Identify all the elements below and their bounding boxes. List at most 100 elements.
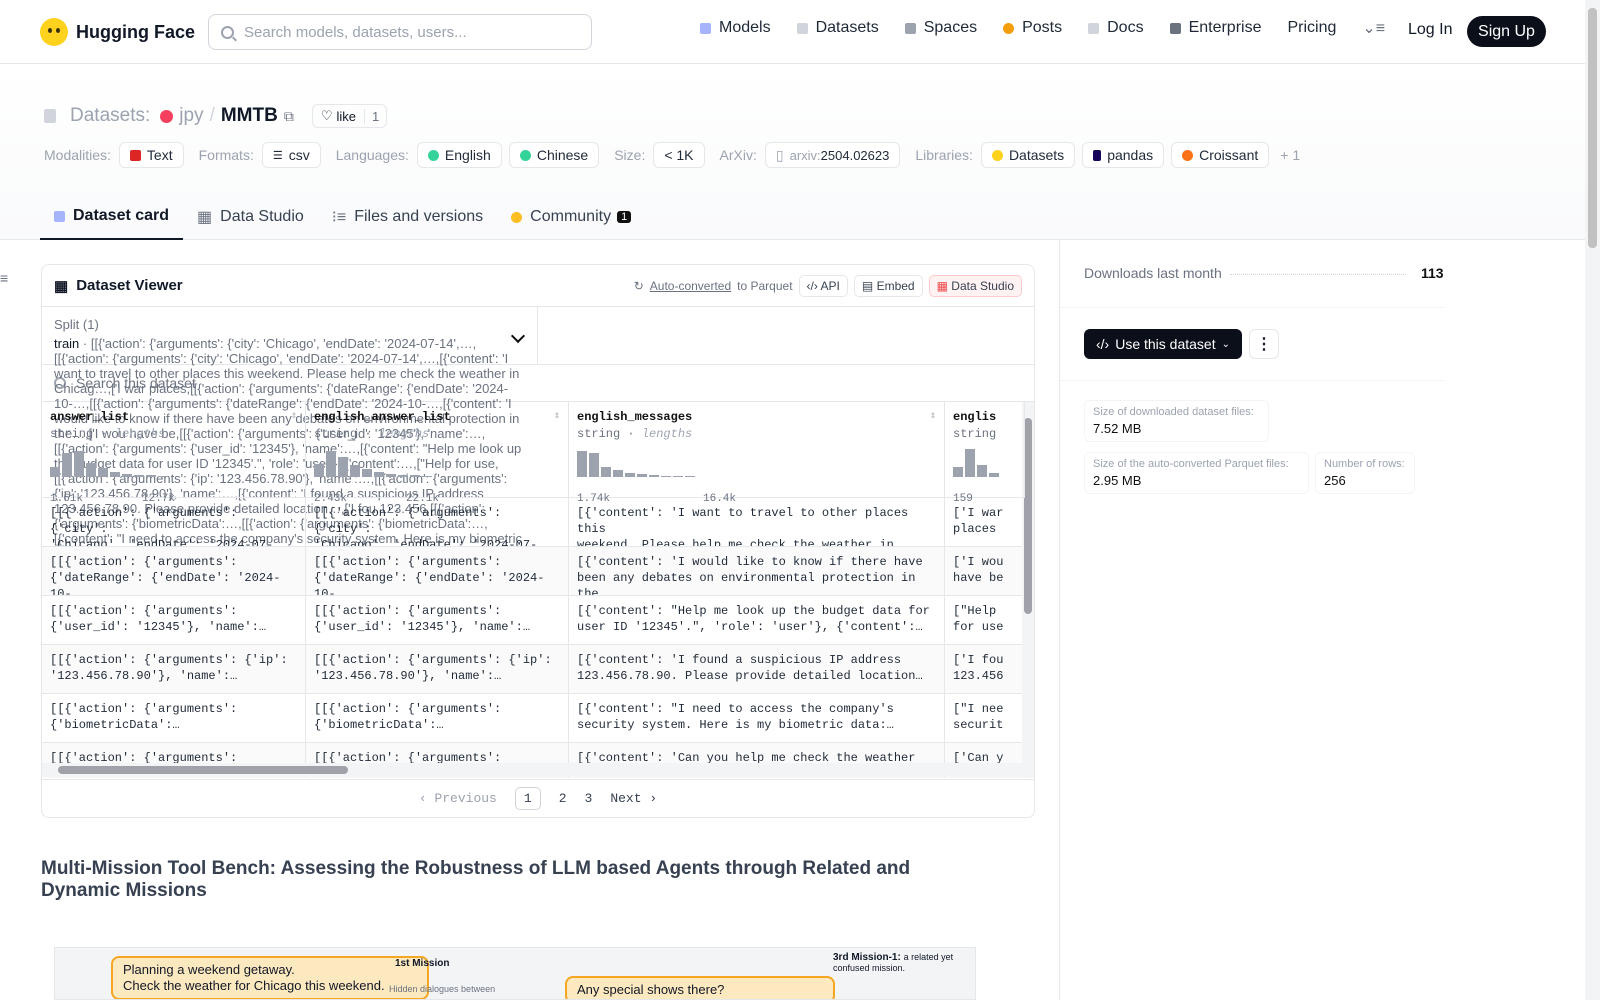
- table-cell[interactable]: [[{'action': {'arguments': {'city': 'Chi…: [306, 498, 569, 547]
- menu-spaces[interactable]: Spaces: [904, 19, 977, 37]
- tag-pandas[interactable]: pandas: [1082, 142, 1165, 168]
- histogram-bar: [110, 472, 120, 477]
- stat-label: Number of rows:: [1324, 458, 1405, 470]
- more-libraries[interactable]: + 1: [1280, 147, 1300, 163]
- page-3-button[interactable]: 3: [585, 791, 593, 806]
- tag-text[interactable]: Text: [118, 142, 184, 168]
- embed-button[interactable]: ▤ Embed: [853, 274, 923, 297]
- table-cell[interactable]: [{'content': 'I found a suspicious IP ad…: [569, 645, 945, 694]
- like-button[interactable]: ♡ like 1: [311, 104, 388, 128]
- column-header[interactable]: englis string 159: [945, 402, 1025, 505]
- enterprise-icon: [1169, 22, 1181, 34]
- histogram-bar: [953, 467, 963, 477]
- table-cell[interactable]: ["Help for use: [945, 596, 1025, 645]
- community-icon: [511, 211, 523, 223]
- use-dataset-button[interactable]: ‹/› Use this dataset ⌄: [1084, 329, 1242, 359]
- table-cell[interactable]: ['I fou 123.456: [945, 645, 1025, 694]
- chevron-down-icon: ⌄: [1221, 338, 1230, 350]
- toc-toggle-icon[interactable]: ≡: [0, 270, 8, 286]
- more-options-button[interactable]: ⋮: [1249, 329, 1279, 359]
- menu-posts[interactable]: Posts: [1003, 19, 1062, 37]
- tab-community[interactable]: Community 1: [497, 194, 645, 240]
- sort-icon[interactable]: ⇕: [291, 410, 297, 422]
- tag-label: English: [444, 147, 491, 163]
- page-2-button[interactable]: 2: [559, 791, 567, 806]
- figure-mission-3: 3rd Mission-1: a related yet confused mi…: [833, 952, 975, 974]
- page-1-button[interactable]: 1: [514, 787, 541, 810]
- tab-label: Dataset card: [73, 207, 170, 224]
- next-button[interactable]: Next ›: [610, 791, 657, 806]
- tag-csv[interactable]: ☰ csv: [261, 142, 321, 168]
- figure-mission-1: 1st Mission: [395, 958, 450, 969]
- refresh-icon: ↻: [633, 278, 644, 293]
- signup-button[interactable]: Sign Up: [1467, 16, 1546, 47]
- logo[interactable]: Hugging Face: [40, 18, 195, 46]
- histogram-bar: [86, 463, 96, 477]
- api-button[interactable]: ‹/› API: [798, 274, 848, 297]
- copy-icon[interactable]: ⧉: [284, 108, 294, 125]
- login-link[interactable]: Log In: [1408, 21, 1452, 39]
- menu-pricing[interactable]: Pricing: [1287, 19, 1336, 37]
- histogram-bar: [338, 457, 348, 477]
- repo-owner[interactable]: jpy: [179, 105, 203, 127]
- search-input[interactable]: Search models, datasets, users...: [208, 14, 592, 50]
- table-cell[interactable]: [[{'action': {'arguments': {'city': 'Chi…: [42, 498, 306, 547]
- auto-converted-link[interactable]: Auto-converted: [650, 279, 731, 293]
- table-cell[interactable]: [[{'action': {'arguments': {'dateRange':…: [306, 547, 569, 596]
- table-cell[interactable]: [{'content': 'I would like to know if th…: [569, 547, 945, 596]
- table-cell[interactable]: [[{'action': {'arguments': {'user_id': '…: [42, 596, 306, 645]
- table-cell[interactable]: ['I wou have be: [945, 547, 1025, 596]
- dataset-icon: [44, 109, 56, 123]
- tag-datasets-lib[interactable]: Datasets: [980, 142, 1076, 168]
- data-studio-button[interactable]: ▦ Data Studio: [928, 274, 1022, 297]
- menu-enterprise[interactable]: Enterprise: [1169, 19, 1261, 37]
- table-cell[interactable]: [[{'action': {'arguments': {'user_id': '…: [306, 596, 569, 645]
- menu-datasets[interactable]: Datasets: [796, 19, 879, 37]
- histogram-bar: [158, 476, 168, 477]
- repo-type[interactable]: Datasets:: [70, 105, 150, 127]
- sort-icon[interactable]: ⇕: [554, 410, 560, 422]
- table-cell[interactable]: [[{'action': {'arguments': {'ip': '123.4…: [42, 645, 306, 694]
- histogram-bar: [74, 451, 84, 477]
- tag-english[interactable]: English: [416, 142, 502, 168]
- menu-label: Posts: [1022, 19, 1063, 36]
- column-type: string · lengths: [577, 427, 693, 441]
- croissant-icon: [1182, 149, 1194, 161]
- table-cell[interactable]: [{'content': "Help me look up the budget…: [569, 596, 945, 645]
- menu-docs[interactable]: Docs: [1088, 19, 1144, 37]
- arxiv-label: ArXiv:: [719, 147, 757, 163]
- tab-dataset-card[interactable]: Dataset card: [40, 194, 184, 240]
- tab-files[interactable]: ⁝≡ Files and versions: [318, 194, 497, 240]
- table-cell[interactable]: [[{'action': {'arguments': {'dateRange':…: [42, 547, 306, 596]
- globe-icon: [519, 149, 531, 161]
- pagination: ‹ Previous 1 2 3 Next ›: [42, 779, 1034, 817]
- tag-size[interactable]: < 1K: [653, 142, 705, 168]
- tag-arxiv[interactable]: ▯ arxiv:2504.02623: [764, 142, 901, 168]
- readme-title: Multi-Mission Tool Bench: Assessing the …: [41, 858, 911, 901]
- column-header[interactable]: answer_list string · lengths 1.61k 12.7k ⇕: [42, 402, 306, 505]
- table-cell[interactable]: ['I war places: [945, 498, 1025, 547]
- previous-button[interactable]: ‹ Previous: [419, 791, 497, 806]
- tag-croissant[interactable]: Croissant: [1171, 142, 1270, 168]
- table-cell[interactable]: [[{'action': {'arguments': {'ip': '123.4…: [306, 645, 569, 694]
- repo-name[interactable]: MMTB: [221, 105, 278, 127]
- tag-chinese[interactable]: Chinese: [508, 142, 600, 168]
- split-select[interactable]: Split (1) train · [[{'action': {'argumen…: [42, 307, 538, 576]
- table-cell[interactable]: [[{'action': {'arguments': {'biometricDa…: [42, 694, 306, 743]
- page-scrollbar[interactable]: [1585, 0, 1600, 1000]
- tab-data-studio[interactable]: ▦ Data Studio: [183, 194, 318, 240]
- grid-icon: ▦: [54, 277, 69, 295]
- histogram-bar: [965, 449, 975, 477]
- more-menu-icon[interactable]: ⌄≡: [1362, 18, 1385, 38]
- table-cell[interactable]: ["I nee securit: [945, 694, 1025, 743]
- mission-3-title: 3rd Mission-1:: [833, 952, 901, 963]
- table-cell[interactable]: [[{'action': {'arguments': {'biometricDa…: [306, 694, 569, 743]
- table-cell[interactable]: [{'content': "I need to access the compa…: [569, 694, 945, 743]
- size-label: Size:: [614, 147, 646, 163]
- column-header[interactable]: english_messages string · lengths 1.74k 16.…: [569, 402, 945, 505]
- sort-icon[interactable]: ⇕: [930, 410, 936, 422]
- horizontal-scrollbar[interactable]: [42, 763, 1024, 777]
- column-header[interactable]: english_answer_list string · lengths 2.43k…: [306, 402, 569, 505]
- table-cell[interactable]: [{'content': 'I want to travel to other …: [569, 498, 945, 547]
- menu-models[interactable]: Models: [700, 19, 771, 37]
